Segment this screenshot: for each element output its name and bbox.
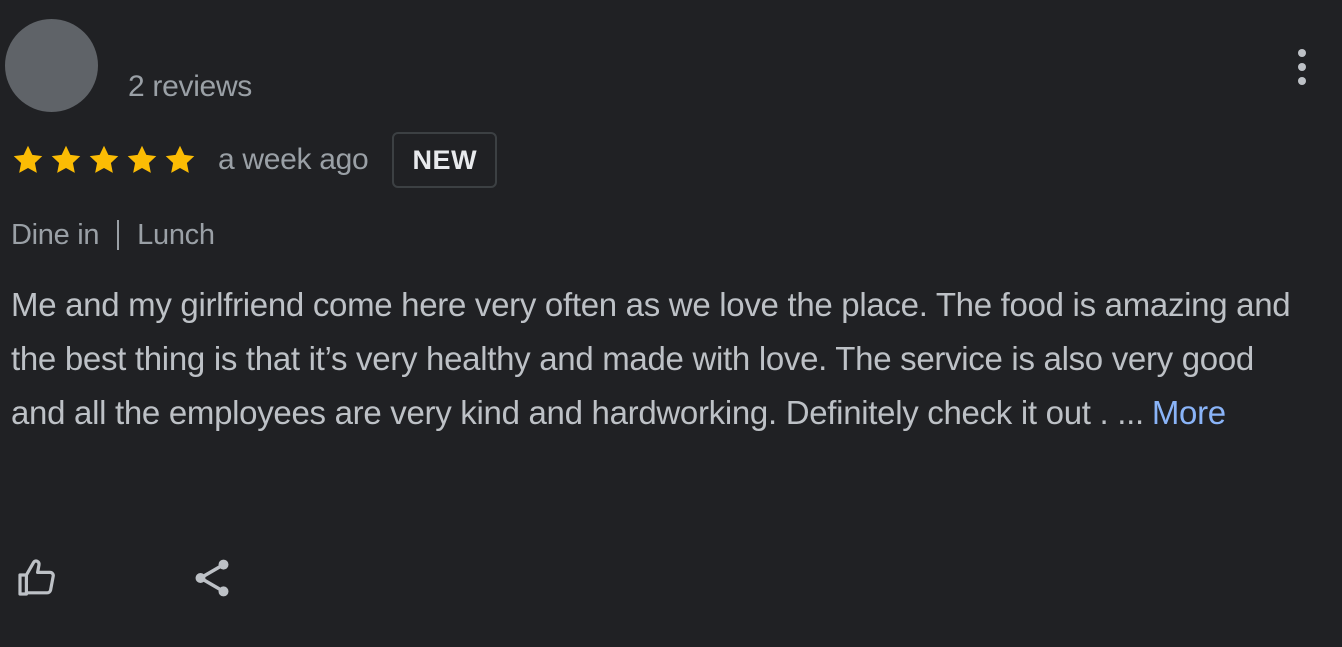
share-button[interactable]: [184, 550, 240, 606]
star-rating: [10, 142, 198, 178]
more-vert-icon: [1298, 49, 1306, 57]
star-icon: [89, 145, 119, 173]
review-actions: [10, 550, 240, 606]
review-timestamp: a week ago: [218, 143, 369, 176]
share-icon: [195, 559, 229, 597]
star-icon: [13, 145, 43, 173]
new-badge: NEW: [392, 132, 498, 188]
review-body: Me and my girlfriend come here very ofte…: [11, 278, 1311, 440]
tag-divider: [117, 220, 120, 250]
star-icon: [165, 145, 195, 173]
visit-tags: Dine in Lunch: [11, 215, 215, 255]
like-button[interactable]: [10, 550, 66, 606]
star-icon: [51, 145, 81, 173]
more-link[interactable]: More: [1152, 394, 1226, 431]
more-options-button[interactable]: [1284, 40, 1320, 94]
tag-lunch: Lunch: [137, 218, 215, 251]
rating-row: a week ago NEW: [10, 130, 498, 190]
thumb-up-icon: [18, 559, 55, 596]
review-card: 2 reviews a week ago NEW Dine in Lunch M…: [0, 0, 1342, 647]
star-icon: [127, 145, 157, 173]
avatar[interactable]: [5, 19, 98, 112]
review-text: Me and my girlfriend come here very ofte…: [11, 286, 1291, 431]
reviewer-review-count[interactable]: 2 reviews: [128, 70, 252, 104]
tag-dine-in: Dine in: [11, 218, 100, 251]
